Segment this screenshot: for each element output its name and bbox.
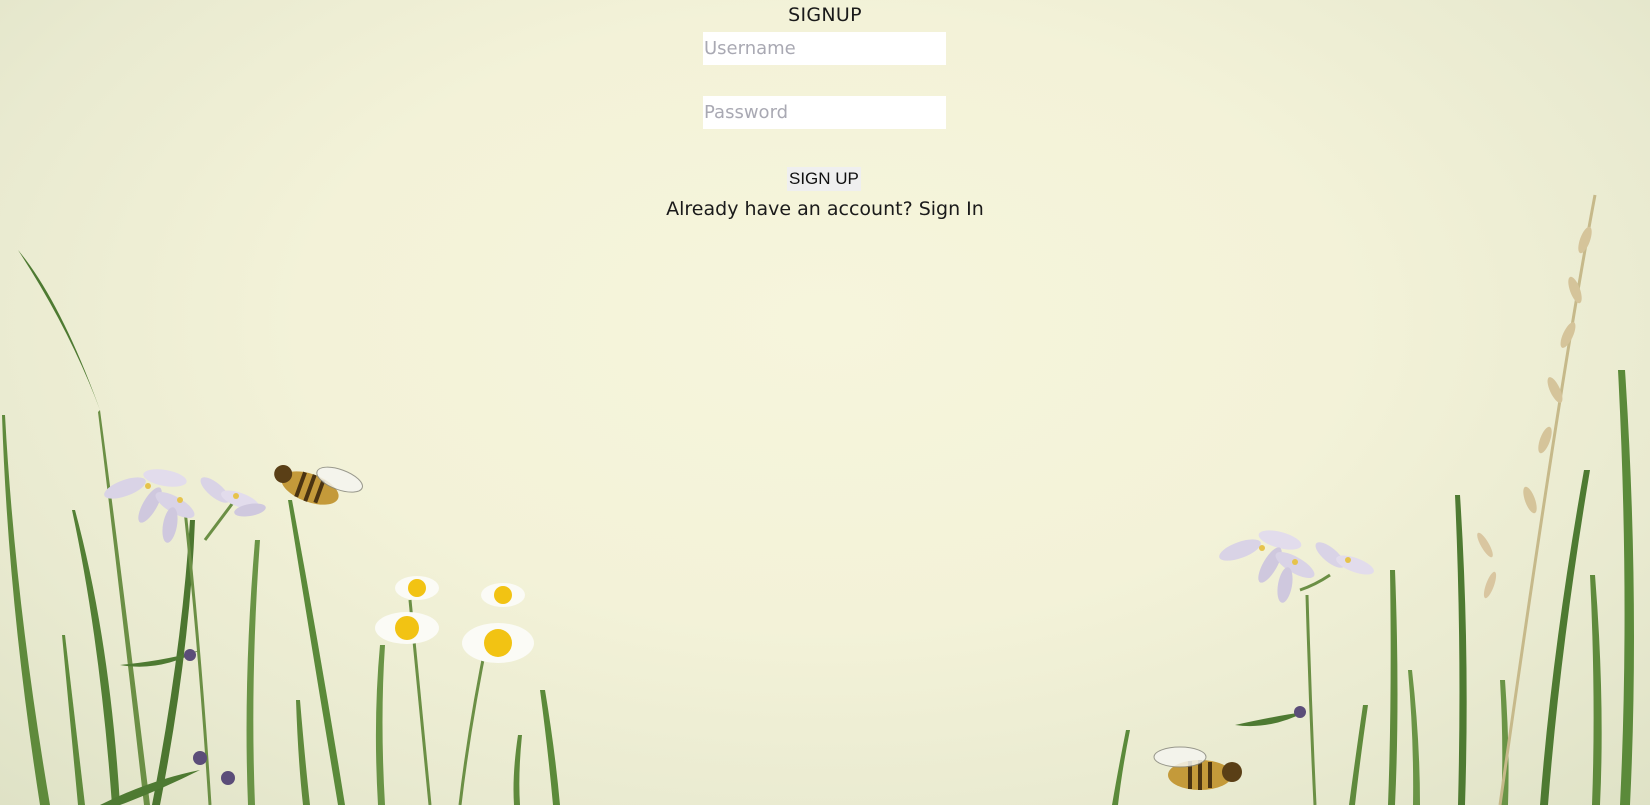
left-grass [2, 250, 560, 805]
right-grass [1112, 370, 1634, 805]
right-lilac-flowers [1219, 530, 1374, 718]
signup-button[interactable]: SIGN UP [787, 167, 861, 191]
wheat-stalk [1477, 194, 1597, 805]
bee-right [1153, 746, 1242, 790]
signin-link[interactable]: Sign In [919, 198, 984, 220]
signin-prompt: Already have an account? Sign In [0, 198, 1650, 220]
bee-left [274, 464, 363, 505]
daisies [375, 576, 534, 663]
password-input[interactable] [703, 96, 946, 129]
username-input[interactable] [703, 32, 946, 65]
page-title: SIGNUP [788, 4, 862, 26]
left-lilac-flowers [104, 469, 266, 785]
signin-prompt-text: Already have an account? [666, 198, 913, 220]
